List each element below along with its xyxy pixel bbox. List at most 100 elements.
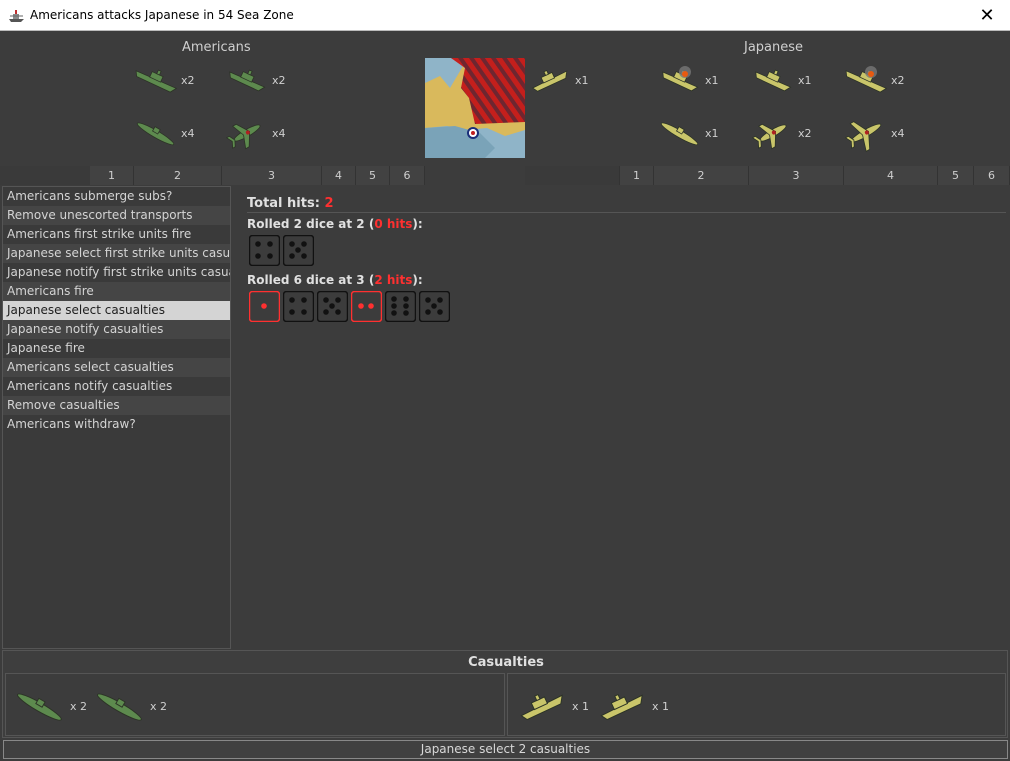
die-icon (317, 291, 348, 322)
attacker-label: Americans (182, 40, 251, 55)
submarine-icon (96, 693, 142, 721)
unit-count: x4 (891, 127, 905, 140)
territory-map (425, 58, 525, 158)
step-item[interactable]: Japanese fire (3, 339, 230, 358)
unit-count: x4 (272, 127, 286, 140)
casualty-count: x 2 (70, 700, 88, 713)
die-icon (249, 235, 280, 266)
step-item[interactable]: Japanese notify casualties (3, 320, 230, 339)
attacker-unit-submarine[interactable]: x4 (133, 113, 223, 161)
casualty-count: x 2 (150, 700, 168, 713)
defender-column-5: 5 (938, 166, 974, 185)
die-hit-icon (351, 291, 382, 322)
unit-count: x1 (798, 74, 812, 87)
roll-label: Rolled 6 dice at 3 (2 hits): (247, 273, 423, 287)
battle-steps-list[interactable]: Americans submerge subs? Remove unescorte… (2, 186, 231, 649)
defender-unit-damaged-carrier[interactable]: x1 (657, 60, 747, 108)
total-hits-label: Total hits: (247, 196, 320, 211)
defender-column-4: 4 (844, 166, 938, 185)
battle-window: Americans attacks Japanese in 54 Sea Zon… (0, 0, 1010, 761)
roll-label: Rolled 2 dice at 2 (0 hits): (247, 217, 423, 231)
defender-column-numbers: 1 2 3 4 5 6 (525, 166, 1010, 185)
attacker-casualties: x 2 x 2 (5, 673, 505, 736)
damaged-battleship-icon (845, 66, 888, 93)
attacker-column-1: 1 (90, 166, 134, 185)
defender-column-1: 1 (620, 166, 654, 185)
step-item[interactable]: Americans select casualties (3, 358, 230, 377)
die-icon (385, 291, 416, 322)
die-icon (283, 291, 314, 322)
fighter-icon (225, 123, 261, 150)
total-hits-value: 2 (324, 196, 334, 211)
defender-label: Japanese (744, 40, 804, 55)
defender-unit-damaged-battleship[interactable]: x2 (843, 60, 933, 108)
step-item[interactable]: Americans submerge subs? (3, 187, 230, 206)
dice-results-panel: Total hits: 2 Rolled 2 dice at 2 (0 hits… (241, 190, 1006, 650)
status-bar: Japanese select 2 casualties (3, 740, 1008, 759)
close-button[interactable]: ✕ (964, 0, 1010, 31)
attacker-casualty-submarine[interactable]: x 2 (12, 682, 92, 730)
attacker-column-5: 5 (356, 166, 390, 185)
unit-count: x2 (181, 74, 195, 87)
attacker-column-2: 2 (134, 166, 222, 185)
attacker-unit-fighter[interactable]: x4 (224, 113, 314, 161)
die-icon (283, 235, 314, 266)
defender-column-3: 3 (749, 166, 844, 185)
territory-image (425, 58, 525, 158)
close-icon: ✕ (979, 5, 995, 26)
battleship-app-icon (9, 10, 24, 22)
transport-icon (520, 693, 563, 721)
attacker-unit-battleship[interactable]: x2 (133, 60, 223, 108)
step-item[interactable]: Americans fire (3, 282, 230, 301)
unit-count: x2 (272, 74, 286, 87)
unit-count: x1 (705, 127, 719, 140)
casualty-count: x 1 (572, 700, 590, 713)
unit-count: x4 (181, 127, 195, 140)
submarine-icon (136, 122, 175, 146)
fighter-icon (751, 123, 787, 150)
window-title: Americans attacks Japanese in 54 Sea Zon… (30, 8, 294, 22)
attacker-unit-destroyer[interactable]: x2 (224, 60, 314, 108)
dice-divider (247, 212, 1006, 213)
casualties-panel: Casualties x 2 x 2 x 1 x 1 (2, 650, 1008, 738)
unit-count: x2 (798, 127, 812, 140)
step-item[interactable]: Japanese select first strike units casua… (3, 244, 230, 263)
attacker-column-numbers: 1 2 3 4 5 6 (0, 166, 425, 185)
attacker-column-6: 6 (390, 166, 425, 185)
battleship-icon (135, 69, 178, 93)
die-icon (419, 291, 450, 322)
bomber-icon (844, 121, 882, 152)
defender-column-spacer (525, 166, 620, 185)
step-item[interactable]: Americans withdraw? (3, 415, 230, 434)
submarine-icon (660, 122, 699, 146)
defender-casualty-transport[interactable]: x 1 (514, 682, 594, 730)
attacker-column-3: 3 (222, 166, 322, 185)
step-item[interactable]: Japanese select casualties (3, 301, 230, 320)
defender-unit-bomber[interactable]: x4 (843, 113, 933, 161)
defender-unit-destroyer[interactable]: x1 (750, 60, 840, 108)
unit-count: x1 (575, 74, 589, 87)
defender-casualty-transport[interactable]: x 1 (594, 682, 674, 730)
transport-icon (600, 693, 643, 721)
destroyer-icon (755, 69, 792, 92)
step-item[interactable]: Remove unescorted transports (3, 206, 230, 225)
casualty-count: x 1 (652, 700, 670, 713)
damaged-carrier-icon (662, 66, 699, 92)
unit-count: x1 (705, 74, 719, 87)
defender-unit-fighter[interactable]: x2 (750, 113, 840, 161)
step-item[interactable]: Remove casualties (3, 396, 230, 415)
attacker-casualty-submarine[interactable]: x 2 (92, 682, 172, 730)
die-hit-icon (249, 291, 280, 322)
destroyer-icon (229, 69, 266, 92)
transport-icon (531, 69, 568, 92)
step-item[interactable]: Japanese notify first strike units casua… (3, 263, 230, 282)
total-hits: Total hits: 2 (247, 196, 333, 211)
unit-count: x2 (891, 74, 905, 87)
defender-unit-submarine[interactable]: x1 (657, 113, 747, 161)
defender-unit-transport[interactable]: x1 (527, 60, 617, 108)
title-bar: Americans attacks Japanese in 54 Sea Zon… (0, 0, 1010, 31)
defender-column-6: 6 (974, 166, 1010, 185)
attacker-column-4: 4 (322, 166, 356, 185)
step-item[interactable]: Americans first strike units fire (3, 225, 230, 244)
step-item[interactable]: Americans notify casualties (3, 377, 230, 396)
